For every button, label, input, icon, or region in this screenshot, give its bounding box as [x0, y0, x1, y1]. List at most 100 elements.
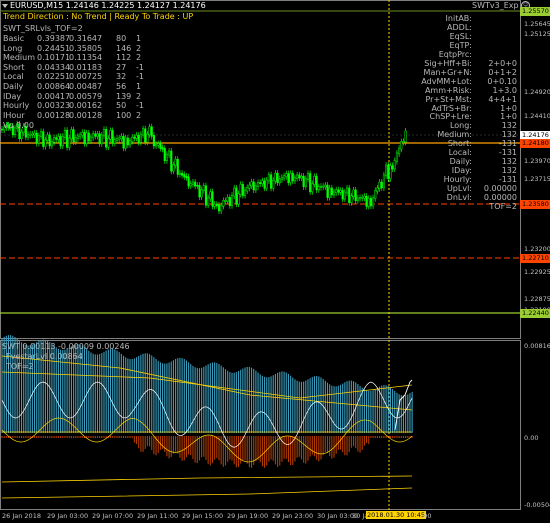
- candle-body: [313, 176, 316, 185]
- candle-body: [109, 130, 112, 140]
- candle-body: [59, 136, 62, 147]
- candle-body: [139, 133, 142, 143]
- candle-body: [209, 191, 212, 200]
- candle-body: [120, 135, 123, 140]
- sub-tick-bottom: -0.00504: [524, 501, 550, 509]
- candle-body: [76, 135, 80, 139]
- candle-body: [267, 174, 270, 182]
- candle-body: [263, 180, 266, 189]
- candle-body: [337, 189, 340, 193]
- stats-cell: 0.00417: [37, 91, 71, 101]
- stats-cell: -1: [136, 72, 144, 82]
- candle-body: [243, 189, 247, 196]
- candle-body: [79, 134, 82, 138]
- candle-body: [352, 189, 355, 198]
- candle-body: [393, 160, 396, 170]
- candle-body: [248, 184, 251, 189]
- stats-cell: 0.35805: [69, 43, 103, 53]
- candle-body: [137, 134, 140, 143]
- stats-cell: 0.00128: [69, 110, 103, 120]
- candle-body: [170, 150, 173, 172]
- candle-body: [202, 185, 205, 191]
- candle-body: [176, 158, 179, 175]
- price-tick: 1.22925: [524, 268, 550, 276]
- price-level-label: 1.22440: [520, 309, 550, 318]
- candle-body: [215, 203, 218, 206]
- candle-body: [289, 173, 292, 183]
- candle-body: [343, 191, 346, 200]
- right-panel-label: DnLvl:: [446, 193, 472, 202]
- stats-cell: 0.24451: [37, 43, 71, 53]
- stats-cell: IHour: [3, 110, 25, 120]
- candle-body: [376, 187, 379, 192]
- candle-body: [391, 165, 394, 170]
- candle-body: [185, 175, 188, 179]
- candle-body: [296, 174, 299, 179]
- candle-body: [280, 176, 283, 181]
- candle-body: [328, 187, 331, 198]
- candle-body: [48, 134, 51, 147]
- candle-body: [107, 138, 110, 148]
- candle-body: [42, 131, 45, 147]
- candle-body: [315, 176, 318, 191]
- candle-body: [322, 185, 325, 188]
- candle-body: [92, 133, 95, 139]
- candle-body: [302, 175, 305, 188]
- candle-body: [122, 135, 125, 149]
- symbol-line: EURUSD,M15 1.24146 1.24225 1.24127 1.241…: [10, 1, 206, 10]
- stats-cell: 0.00323: [37, 101, 71, 111]
- cursor-time-suffix: :00: [421, 512, 432, 520]
- candle-body: [380, 181, 383, 189]
- candle-body: [128, 140, 132, 146]
- stats-cell: Daily: [3, 82, 24, 91]
- candle-body: [152, 135, 155, 147]
- candle-body: [283, 175, 286, 179]
- candle-body: [332, 191, 336, 196]
- candle-body: [74, 137, 77, 143]
- stats-cell: 0.00725: [69, 72, 103, 82]
- stats-cell: 0.10171: [37, 53, 71, 63]
- candle-body: [111, 130, 114, 144]
- chevron-down-icon[interactable]: [2, 3, 8, 8]
- vp-label: Vp 0.00: [3, 121, 34, 130]
- candle-body: [213, 203, 216, 207]
- stats-cell: 0.11354: [69, 53, 103, 63]
- stats-cell: 100: [116, 110, 132, 120]
- lower-band-line: [1, 475, 413, 483]
- stats-cell: 0.00579: [69, 91, 103, 101]
- stats-cell: 56: [116, 82, 127, 91]
- candle-body: [72, 129, 75, 143]
- candle-body: [189, 183, 192, 187]
- candle-body: [222, 200, 225, 207]
- stats-cell: 0.01183: [69, 62, 103, 72]
- candle-body: [204, 185, 208, 206]
- price-tick: 1.25125: [524, 30, 550, 38]
- candle-body: [63, 129, 66, 138]
- candle-body: [233, 187, 236, 197]
- stats-cell: 0.39387: [37, 34, 71, 43]
- candle-body: [211, 191, 214, 207]
- candle-body: [287, 173, 290, 183]
- candle-body: [257, 182, 260, 187]
- candle-body: [345, 187, 349, 194]
- candle-body: [339, 190, 342, 193]
- stats-cell: 27: [116, 62, 127, 72]
- candle-body: [40, 131, 43, 137]
- candle-body: [293, 177, 296, 182]
- candle-body: [237, 193, 240, 205]
- candle-body: [26, 134, 30, 138]
- candle-body: [382, 174, 385, 189]
- candle-body: [196, 184, 199, 187]
- candle-body: [178, 172, 181, 175]
- trend-direction: Trend Direction : No Trend | Ready To Tr…: [3, 12, 194, 21]
- candle-body: [183, 174, 186, 178]
- price-tick: 1.25645: [524, 20, 550, 28]
- candle-body: [50, 141, 53, 147]
- candle-body: [191, 181, 195, 185]
- candle-body: [285, 173, 288, 177]
- candle-body: [389, 165, 392, 179]
- candle-body: [239, 183, 242, 195]
- candle-body: [46, 134, 49, 141]
- stats-cell: -1: [136, 62, 144, 72]
- candle-body: [365, 196, 368, 207]
